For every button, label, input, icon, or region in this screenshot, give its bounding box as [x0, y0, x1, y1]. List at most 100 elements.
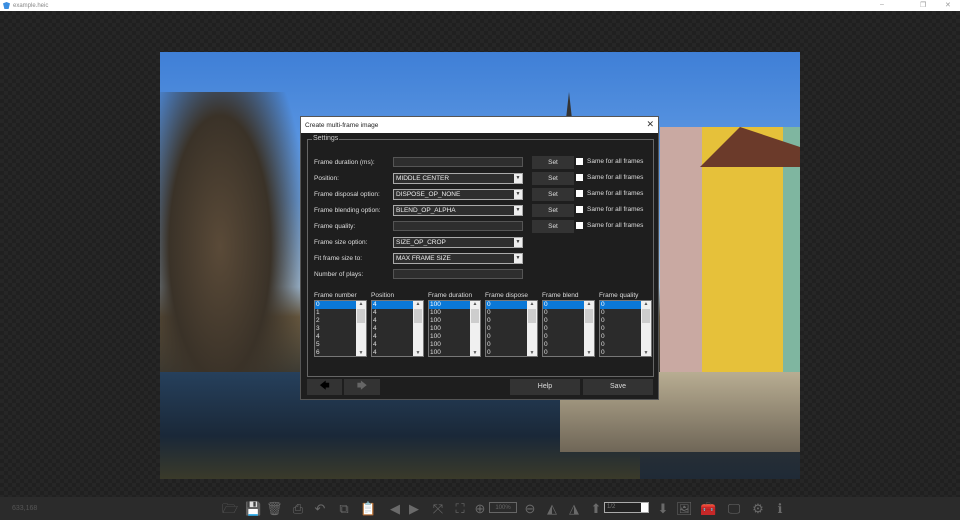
list-item[interactable]: 0 [600, 341, 643, 349]
scroll-down-icon[interactable]: ▼ [356, 350, 366, 356]
list-item[interactable]: 4 [315, 333, 358, 341]
zoom-in-icon[interactable]: ⊕ [472, 501, 488, 517]
set-button[interactable]: Set [532, 156, 574, 169]
scroll-down-icon[interactable]: ▼ [584, 350, 594, 356]
list-item[interactable]: 100 [429, 325, 472, 333]
scrollbar[interactable]: ▲ ▼ [527, 301, 537, 356]
zoom-level[interactable]: 100% [489, 502, 517, 513]
option-select[interactable]: BLEND_OP_ALPHA ▼ [393, 205, 523, 216]
frame-listbox[interactable]: 0 0 0 0 0 0 0 ▲ ▼ [599, 300, 652, 357]
list-item[interactable]: 5 [315, 341, 358, 349]
save-icon[interactable]: 💾 [245, 501, 261, 517]
image-icon[interactable]: 🖼 [676, 501, 693, 517]
list-item[interactable]: 0 [486, 325, 529, 333]
frame-listbox[interactable]: 100 100 100 100 100 100 100 ▲ ▼ [428, 300, 481, 357]
option-select[interactable]: DISPOSE_OP_NONE ▼ [393, 189, 523, 200]
scroll-down-icon[interactable]: ▼ [527, 350, 537, 356]
list-item[interactable]: 0 [486, 309, 529, 317]
zoom-out-icon[interactable]: ⊖ [522, 501, 538, 517]
list-item[interactable]: 100 [429, 341, 472, 349]
frame-listbox[interactable]: 0 1 2 3 4 5 6 ▲ ▼ [314, 300, 367, 357]
scrollbar[interactable]: ▲ ▼ [470, 301, 480, 356]
list-item[interactable]: 0 [315, 301, 358, 309]
restore-button[interactable]: ❐ [920, 1, 926, 9]
scroll-down-icon[interactable]: ▼ [470, 350, 480, 356]
list-item[interactable]: 0 [600, 325, 643, 333]
list-item[interactable]: 0 [486, 317, 529, 325]
set-button[interactable]: Set [532, 204, 574, 217]
list-item[interactable]: 1 [315, 309, 358, 317]
list-item[interactable]: 0 [600, 349, 643, 356]
help-button[interactable]: Help [510, 379, 580, 395]
checkbox-box[interactable] [576, 190, 583, 197]
list-item[interactable]: 0 [543, 333, 586, 341]
save-button[interactable]: Save [583, 379, 653, 395]
list-item[interactable]: 3 [315, 325, 358, 333]
list-item[interactable]: 4 [372, 341, 415, 349]
checkbox-box[interactable] [576, 206, 583, 213]
page-selector[interactable]: 1/2 [604, 502, 649, 513]
undo-icon[interactable]: ↶ [312, 501, 328, 517]
paste-icon[interactable]: 📋 [360, 501, 376, 517]
checkbox-box[interactable] [576, 174, 583, 181]
value-input[interactable] [393, 157, 523, 167]
set-button[interactable]: Set [532, 220, 574, 233]
scroll-up-icon[interactable]: ▲ [470, 301, 480, 307]
scrollbar[interactable]: ▲ ▼ [584, 301, 594, 356]
option-select[interactable]: SIZE_OP_CROP ▼ [393, 237, 523, 248]
list-item[interactable]: 100 [429, 333, 472, 341]
scrollbar[interactable]: ▲ ▼ [356, 301, 366, 356]
list-item[interactable]: 6 [315, 349, 358, 356]
list-item[interactable]: 4 [372, 325, 415, 333]
scroll-up-icon[interactable]: ▲ [527, 301, 537, 307]
rotate-left-icon[interactable]: ◭ [544, 501, 560, 517]
list-item[interactable]: 0 [543, 301, 586, 309]
fullscreen-icon[interactable]: ⛶ [452, 501, 468, 517]
same-for-all-checkbox[interactable]: Same for all frames [576, 190, 643, 197]
list-item[interactable]: 2 [315, 317, 358, 325]
next-icon[interactable]: ▶ [406, 501, 422, 517]
list-item[interactable]: 0 [600, 309, 643, 317]
dialog-close-button[interactable]: ✕ [646, 119, 654, 130]
settings-icon[interactable]: ⚙ [750, 501, 766, 517]
page-up-icon[interactable]: ⬆ [588, 501, 604, 517]
list-item[interactable]: 0 [543, 309, 586, 317]
fit-icon[interactable]: ⤧ [430, 501, 446, 517]
frame-listbox[interactable]: 0 0 0 0 0 0 0 ▲ ▼ [485, 300, 538, 357]
scroll-down-icon[interactable]: ▼ [413, 350, 423, 356]
delete-icon[interactable]: 🗑 [266, 501, 283, 517]
same-for-all-checkbox[interactable]: Same for all frames [576, 174, 643, 181]
set-button[interactable]: Set [532, 188, 574, 201]
list-item[interactable]: 0 [600, 333, 643, 341]
tools-icon[interactable]: 🧰 [700, 501, 716, 517]
checkbox-box[interactable] [576, 222, 583, 229]
scroll-up-icon[interactable]: ▲ [641, 301, 651, 307]
scroll-up-icon[interactable]: ▲ [356, 301, 366, 307]
scroll-up-icon[interactable]: ▲ [584, 301, 594, 307]
set-button[interactable]: Set [532, 172, 574, 185]
previous-icon[interactable]: ◀ [387, 501, 403, 517]
list-item[interactable]: 0 [543, 325, 586, 333]
list-item[interactable]: 4 [372, 349, 415, 356]
list-item[interactable]: 100 [429, 349, 472, 356]
back-button[interactable]: 🡄 [307, 379, 342, 395]
list-item[interactable]: 4 [372, 309, 415, 317]
monitor-icon[interactable]: 🖵 [726, 501, 742, 517]
print-icon[interactable]: ⎙ [290, 501, 306, 517]
frame-listbox[interactable]: 4 4 4 4 4 4 4 ▲ ▼ [371, 300, 424, 357]
close-window-button[interactable]: ✕ [945, 1, 951, 9]
list-item[interactable]: 0 [486, 301, 529, 309]
scroll-down-icon[interactable]: ▼ [641, 350, 651, 356]
list-item[interactable]: 4 [372, 301, 415, 309]
frame-listbox[interactable]: 0 0 0 0 0 0 0 ▲ ▼ [542, 300, 595, 357]
copy-icon[interactable]: ⧉ [336, 501, 352, 517]
checkbox-box[interactable] [576, 158, 583, 165]
info-icon[interactable]: ℹ [772, 501, 788, 517]
value-input[interactable] [393, 269, 523, 279]
list-item[interactable]: 4 [372, 333, 415, 341]
option-select[interactable]: MAX FRAME SIZE ▼ [393, 253, 523, 264]
list-item[interactable]: 0 [543, 317, 586, 325]
list-item[interactable]: 100 [429, 317, 472, 325]
list-item[interactable]: 0 [543, 341, 586, 349]
page-down-icon[interactable]: ⬇ [655, 501, 671, 517]
